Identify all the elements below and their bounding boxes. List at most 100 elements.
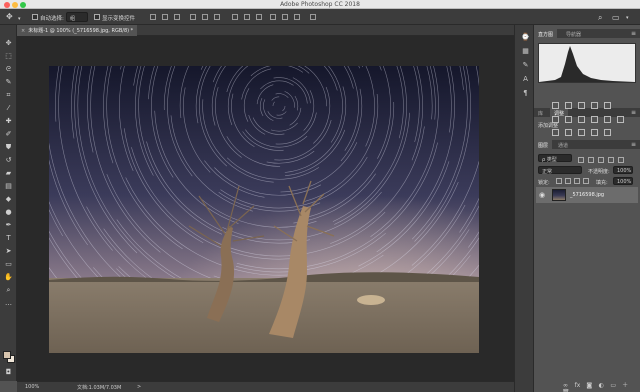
distribute-vcenter-icon[interactable] xyxy=(244,14,250,20)
auto-align-icon[interactable] xyxy=(310,14,316,20)
filter-type-icon[interactable] xyxy=(598,157,604,163)
workspace-chevron-icon[interactable]: ▾ xyxy=(626,15,629,21)
lock-transparent-icon[interactable] xyxy=(556,178,562,184)
clone-stamp-icon[interactable]: ⛊ xyxy=(4,143,13,152)
healing-brush-icon[interactable]: ✚ xyxy=(4,117,13,126)
align-left-icon[interactable] xyxy=(190,14,196,20)
distribute-left-icon[interactable] xyxy=(270,14,276,20)
new-group-icon[interactable]: ▭ xyxy=(610,382,617,389)
tab-navigator[interactable]: 导航器 xyxy=(562,29,585,38)
posterize-icon[interactable] xyxy=(564,129,572,136)
filter-pixel-icon[interactable] xyxy=(578,157,584,163)
auto-select-checkbox[interactable] xyxy=(32,14,38,20)
distribute-hcenter-icon[interactable] xyxy=(282,14,288,20)
blur-icon[interactable]: ◆ xyxy=(4,195,13,204)
edit-toolbar-icon[interactable]: … xyxy=(4,299,13,308)
align-bottom-icon[interactable] xyxy=(174,14,180,20)
zoom-icon[interactable]: ⌕ xyxy=(4,286,13,295)
rectangle-icon[interactable]: ▭ xyxy=(4,260,13,269)
move-tool-icon[interactable]: ✥ xyxy=(6,13,13,21)
layer-style-icon[interactable]: fx xyxy=(574,382,581,389)
exposure-icon[interactable] xyxy=(590,102,598,109)
channel-mixer-icon[interactable] xyxy=(603,116,611,123)
lasso-icon[interactable]: ᘓ xyxy=(4,65,13,74)
layers-menu-icon[interactable]: ≡ xyxy=(631,141,636,148)
blend-mode-select[interactable]: 正常 xyxy=(538,166,582,175)
status-menu-arrow[interactable]: > xyxy=(137,384,141,390)
brightness-icon[interactable] xyxy=(552,102,559,109)
workspace-icon[interactable]: ▭ xyxy=(612,13,620,22)
layer-row[interactable]: ◉ _5716598.jpg xyxy=(536,187,638,203)
link-layers-icon[interactable]: ∞ xyxy=(562,382,569,389)
eye-icon[interactable]: ◉ xyxy=(539,191,545,199)
photo-filter-icon[interactable] xyxy=(590,116,598,123)
tab-layers[interactable]: 图层 xyxy=(534,140,553,149)
paragraph-panel-icon[interactable]: ¶ xyxy=(521,89,530,98)
filter-shape-icon[interactable] xyxy=(608,157,614,163)
show-transform-checkbox[interactable] xyxy=(94,14,100,20)
hue-saturation-icon[interactable] xyxy=(552,116,559,123)
quick-mask-icon[interactable]: ◘ xyxy=(4,368,13,377)
opacity-field[interactable]: 100% xyxy=(613,166,633,174)
new-adjustment-layer-icon[interactable]: ◐ xyxy=(598,382,605,389)
gradient-map-icon[interactable] xyxy=(590,129,598,136)
new-layer-icon[interactable]: ＋ xyxy=(622,382,629,389)
layer-name[interactable]: _5716598.jpg xyxy=(570,192,604,198)
history-panel-icon[interactable]: ⌚ xyxy=(521,33,530,42)
dodge-icon[interactable]: ● xyxy=(4,208,13,217)
levels-icon[interactable] xyxy=(564,102,572,109)
close-tab-icon[interactable]: × xyxy=(21,28,25,34)
color-balance-icon[interactable] xyxy=(564,116,572,123)
align-hcenter-icon[interactable] xyxy=(202,14,208,20)
distribute-top-icon[interactable] xyxy=(232,14,238,20)
filter-adjustment-icon[interactable] xyxy=(588,157,594,163)
selective-color-icon[interactable] xyxy=(603,129,611,136)
history-brush-icon[interactable]: ↺ xyxy=(4,156,13,165)
color-lookup-icon[interactable] xyxy=(616,116,624,123)
brush-icon[interactable]: ✐ xyxy=(4,130,13,139)
black-white-icon[interactable] xyxy=(577,116,585,123)
panel-menu-icon[interactable]: ≡ xyxy=(631,30,636,37)
document-image[interactable] xyxy=(49,66,479,353)
adjustments-menu-icon[interactable]: ≡ xyxy=(631,109,636,116)
vibrance-icon[interactable] xyxy=(603,102,611,109)
threshold-icon[interactable] xyxy=(577,129,585,136)
lock-position-icon[interactable] xyxy=(574,178,580,184)
crop-icon[interactable]: ⌗ xyxy=(4,91,13,100)
auto-select-dropdown[interactable]: 组 xyxy=(66,12,88,22)
type-icon[interactable]: T xyxy=(4,234,13,243)
fill-field[interactable]: 100% xyxy=(613,177,633,185)
eraser-icon[interactable]: ▰ xyxy=(4,169,13,178)
align-vcenter-icon[interactable] xyxy=(162,14,168,20)
quick-select-icon[interactable]: ✎ xyxy=(4,78,13,87)
tab-libraries[interactable]: 库 xyxy=(534,108,547,117)
tab-histogram[interactable]: 直方图 xyxy=(534,29,558,38)
properties-panel-icon[interactable]: ▦ xyxy=(521,47,530,56)
lock-image-icon[interactable] xyxy=(565,178,571,184)
chevron-down-icon[interactable]: ▾ xyxy=(18,15,21,23)
lock-all-icon[interactable] xyxy=(583,178,589,184)
pen-icon[interactable]: ✒ xyxy=(4,221,13,230)
tab-channels[interactable]: 通道 xyxy=(554,140,572,149)
brush-panel-icon[interactable]: ✎ xyxy=(521,61,530,70)
align-right-icon[interactable] xyxy=(214,14,220,20)
marquee-icon[interactable]: ⬚ xyxy=(4,52,13,61)
search-icon[interactable]: ⌕ xyxy=(598,13,602,23)
distribute-bottom-icon[interactable] xyxy=(256,14,262,20)
move-icon[interactable]: ✥ xyxy=(4,39,13,48)
character-panel-icon[interactable]: A xyxy=(521,75,530,84)
align-top-icon[interactable] xyxy=(150,14,156,20)
gradient-icon[interactable]: ▤ xyxy=(4,182,13,191)
zoom-level[interactable]: 100% xyxy=(25,384,39,390)
layer-filter-select[interactable]: ρ 类型 xyxy=(538,154,572,163)
path-select-icon[interactable]: ➤ xyxy=(4,247,13,256)
filter-smart-object-icon[interactable] xyxy=(618,157,624,163)
eyedropper-icon[interactable]: ⁄ xyxy=(4,104,13,113)
invert-icon[interactable] xyxy=(552,129,559,136)
document-tab[interactable]: × 未标题-1 @ 100% (_5716598.jpg, RGB/8) * xyxy=(17,25,137,36)
foreground-color-swatch[interactable] xyxy=(3,351,11,359)
distribute-right-icon[interactable] xyxy=(294,14,300,20)
add-mask-icon[interactable]: ◙ xyxy=(586,382,593,389)
curves-icon[interactable] xyxy=(577,102,585,109)
hand-icon[interactable]: ✋ xyxy=(4,273,13,282)
